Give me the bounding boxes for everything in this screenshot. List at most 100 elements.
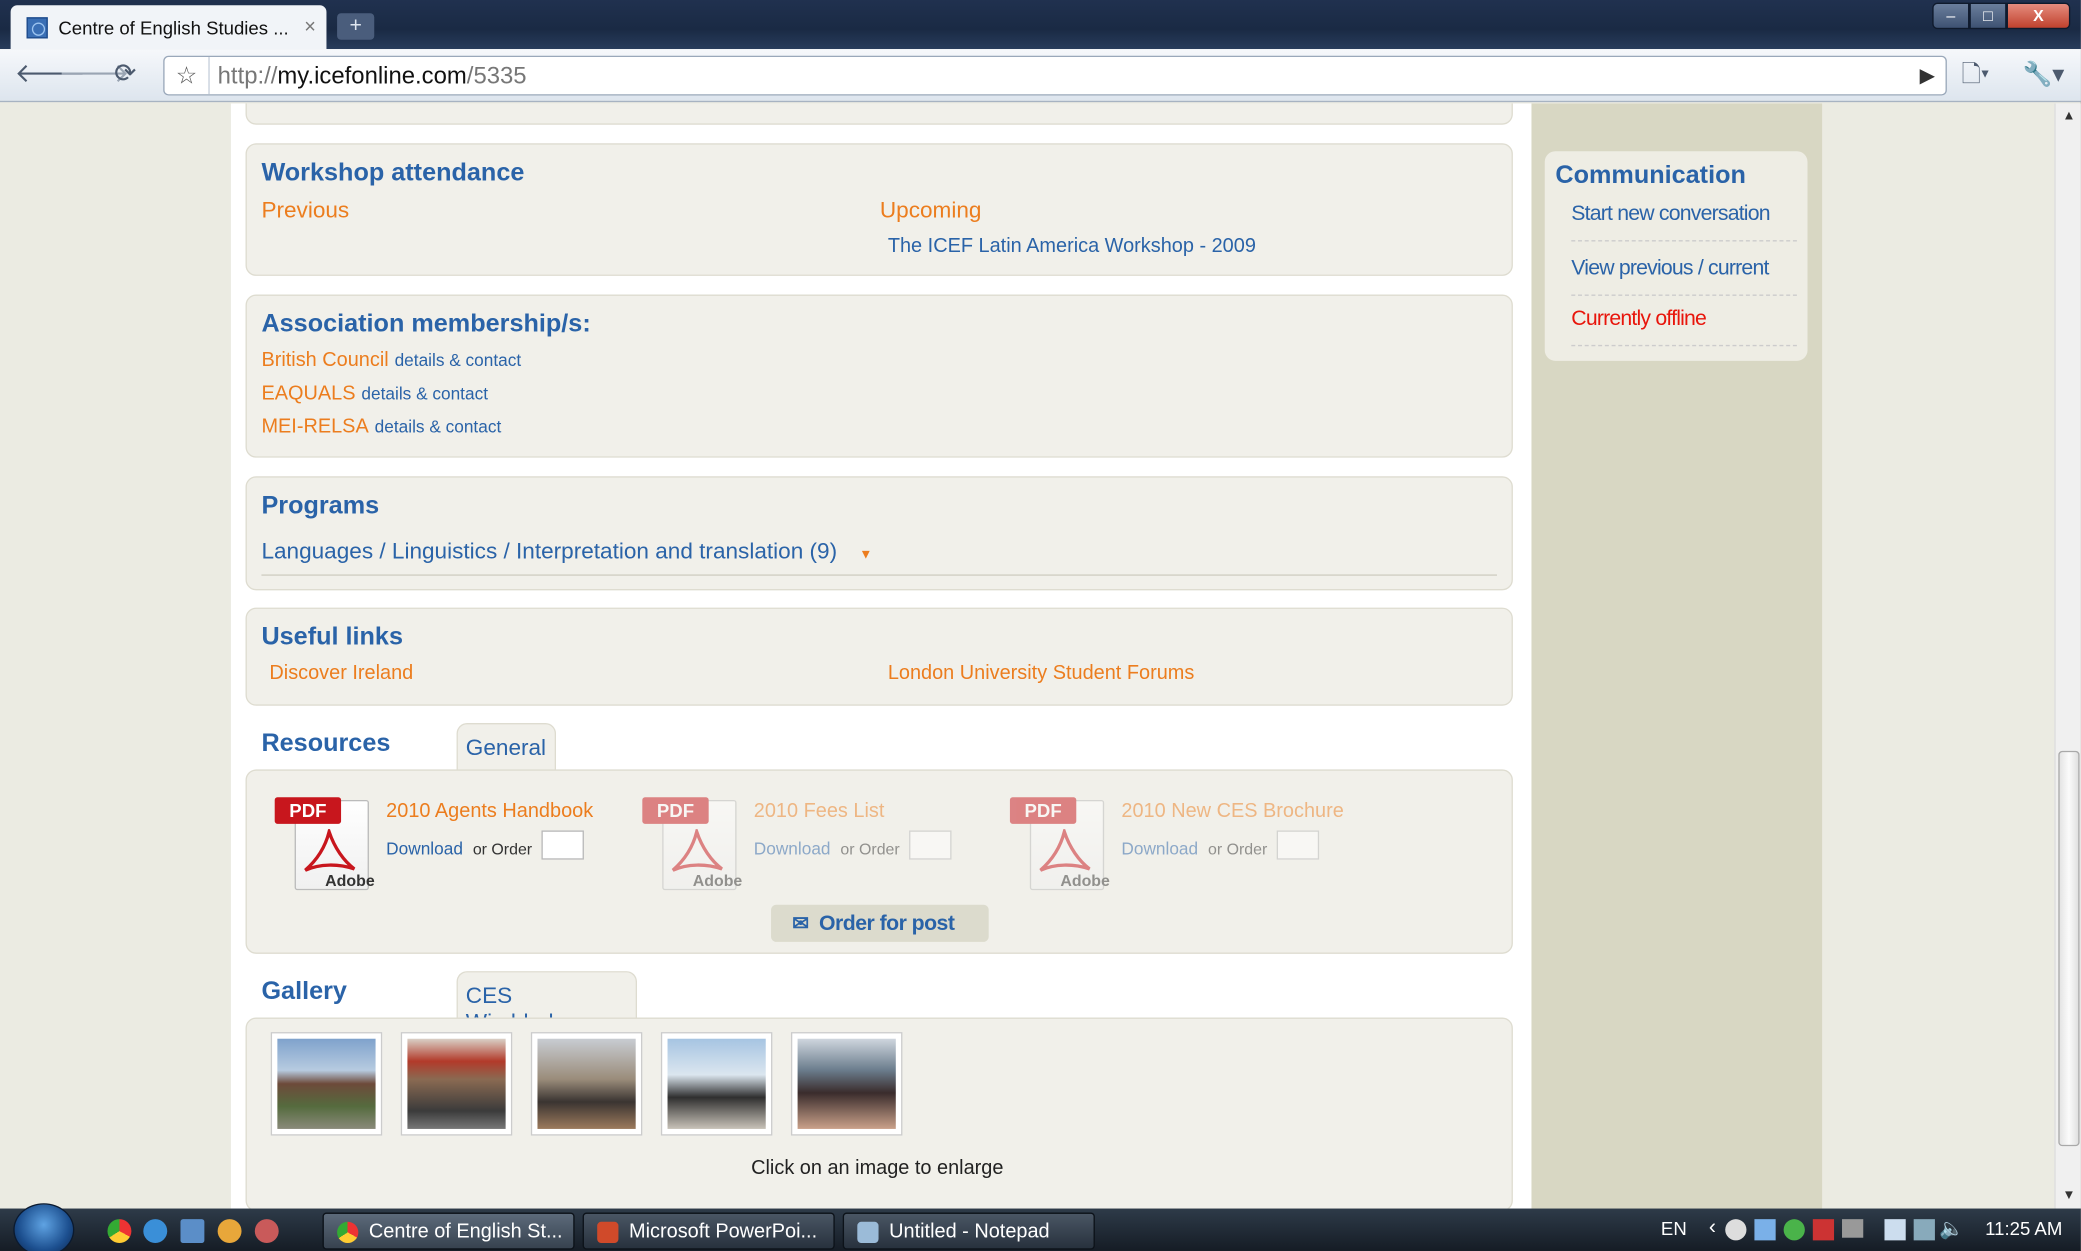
- tray-app-icon[interactable]: [1725, 1219, 1747, 1241]
- bookmark-star-icon[interactable]: ☆: [165, 57, 210, 95]
- page-menu-icon[interactable]: 🗋▾: [1961, 61, 1989, 88]
- show-desktop-icon[interactable]: [180, 1219, 205, 1244]
- maximize-button[interactable]: □: [1969, 2, 2007, 30]
- taskbar-item-browser[interactable]: Centre of English St...: [322, 1212, 575, 1250]
- main-content: Workshop attendance Previous Upcoming Th…: [230, 103, 1532, 1209]
- association-item: British Council details & contact: [261, 349, 521, 373]
- useful-link[interactable]: London University Student Forums: [888, 662, 1194, 685]
- gallery-thumbnail[interactable]: [270, 1032, 383, 1136]
- windows-taskbar: Centre of English St... Microsoft PowerP…: [0, 1203, 2081, 1251]
- tab-title: Centre of English Studies ...: [58, 16, 289, 38]
- expand-arrow-icon[interactable]: ▼: [859, 548, 872, 563]
- gallery-thumbnail[interactable]: [790, 1032, 903, 1136]
- quick-launch-icon[interactable]: [254, 1219, 279, 1244]
- order-quantity-input[interactable]: [909, 830, 952, 860]
- workshop-attendance-section: Workshop attendance Previous Upcoming Th…: [245, 143, 1513, 276]
- useful-link[interactable]: Discover Ireland: [269, 662, 413, 685]
- order-quantity-input[interactable]: [1276, 830, 1320, 860]
- tray-monitor-icon[interactable]: [1842, 1219, 1864, 1238]
- order-quantity-input[interactable]: [541, 830, 584, 860]
- resource-title[interactable]: 2010 Agents Handbook: [386, 800, 593, 823]
- taskbar-item-label: Centre of English St...: [368, 1220, 563, 1244]
- association-name[interactable]: British Council: [261, 349, 388, 372]
- program-category[interactable]: Languages / Linguistics / Interpretation…: [261, 539, 872, 566]
- gallery-section: Click on an image to enlarge: [245, 1017, 1513, 1209]
- pdf-icon[interactable]: PDF Adobe: [642, 797, 742, 893]
- tray-status-icon[interactable]: [1783, 1219, 1805, 1241]
- download-link[interactable]: Download: [754, 838, 831, 858]
- taskbar-item-label: Microsoft PowerPoi...: [629, 1220, 818, 1244]
- details-contact-link[interactable]: details & contact: [375, 417, 502, 437]
- gallery-thumbnail[interactable]: [660, 1032, 773, 1136]
- taskbar-item-notepad[interactable]: Untitled - Notepad: [842, 1212, 1095, 1250]
- new-tab-button[interactable]: +: [337, 13, 375, 40]
- chrome-icon[interactable]: [107, 1219, 132, 1244]
- upcoming-workshop-link[interactable]: The ICEF Latin America Workshop - 2009: [888, 235, 1256, 258]
- download-link[interactable]: Download: [1121, 838, 1198, 858]
- browser-toolbar: 🡐 🡒 ⟳ ☆ http://my.icefonline.com/5335 ▶ …: [0, 49, 2081, 103]
- pdf-icon[interactable]: PDF Adobe: [274, 797, 375, 893]
- quick-launch-icon[interactable]: [217, 1219, 242, 1244]
- program-category-label: Languages / Linguistics / Interpretation…: [261, 538, 838, 564]
- gallery-hint: Click on an image to enlarge: [751, 1156, 1004, 1180]
- details-contact-link[interactable]: details & contact: [361, 383, 488, 403]
- useful-links-heading: Useful links: [261, 623, 403, 652]
- communication-panel: Communication Start new conversation Vie…: [1544, 151, 1808, 361]
- view-conversations-link[interactable]: View previous / current: [1571, 257, 1797, 296]
- envelope-icon: ✉: [792, 912, 809, 936]
- association-name[interactable]: EAQUALS: [261, 382, 355, 405]
- start-conversation-link[interactable]: Start new conversation: [1571, 203, 1797, 242]
- language-indicator[interactable]: EN: [1661, 1218, 1687, 1239]
- scroll-up-arrow-icon[interactable]: ▲: [2062, 109, 2075, 124]
- wrench-menu-icon[interactable]: 🔧▾: [2023, 61, 2065, 88]
- chrome-icon: [337, 1221, 359, 1244]
- order-for-post-button[interactable]: ✉ Order for post: [771, 904, 989, 942]
- address-bar[interactable]: ☆ http://my.icefonline.com/5335 ▶: [163, 55, 1947, 96]
- gallery-thumb-image-2: [407, 1038, 506, 1129]
- resource-title[interactable]: 2010 Fees List: [754, 800, 885, 823]
- favicon-icon: [26, 16, 48, 38]
- internet-explorer-icon[interactable]: [143, 1219, 168, 1244]
- network-icon[interactable]: [1913, 1219, 1935, 1241]
- start-button[interactable]: [13, 1203, 75, 1251]
- association-heading: Association membership/s:: [261, 310, 591, 339]
- url-text: http://my.icefonline.com/5335: [217, 61, 527, 89]
- minimize-button[interactable]: ‒: [1932, 2, 1970, 30]
- gallery-thumbnail[interactable]: [400, 1032, 513, 1136]
- go-arrow-icon[interactable]: ▶: [1920, 64, 1935, 88]
- resource-title[interactable]: 2010 New CES Brochure: [1121, 800, 1343, 823]
- clock[interactable]: 11:25 AM: [1985, 1218, 2062, 1239]
- gallery-tab-ces-wimbledon[interactable]: CES Wimbledon: [456, 971, 638, 1035]
- browser-tab[interactable]: Centre of English Studies ... ×: [10, 5, 327, 50]
- scroll-down-arrow-icon[interactable]: ▼: [2062, 1189, 2075, 1204]
- details-contact-link[interactable]: details & contact: [395, 350, 522, 370]
- association-section: Association membership/s: British Counci…: [245, 294, 1513, 458]
- close-tab-icon[interactable]: ×: [304, 16, 316, 39]
- resources-tab-general[interactable]: General: [456, 722, 557, 771]
- resource-actions: Download or Order: [1121, 837, 1267, 861]
- gallery-heading: Gallery: [261, 977, 347, 1006]
- tray-expand-icon[interactable]: ‹: [1709, 1216, 1716, 1240]
- close-window-button[interactable]: X: [2006, 2, 2071, 30]
- programs-heading: Programs: [261, 492, 380, 521]
- association-item: EAQUALS details & contact: [261, 382, 488, 406]
- reload-icon[interactable]: ⟳: [114, 61, 136, 88]
- offline-status: Currently offline: [1571, 308, 1797, 347]
- previous-label: Previous: [261, 197, 350, 223]
- dropbox-icon[interactable]: [1754, 1219, 1776, 1241]
- volume-icon[interactable]: 🔈: [1939, 1216, 1964, 1241]
- pdf-icon[interactable]: PDF Adobe: [1009, 797, 1110, 893]
- scrollbar-thumb[interactable]: [2058, 750, 2080, 1147]
- tray-alert-icon[interactable]: [1812, 1219, 1835, 1241]
- association-name[interactable]: MEI-RELSA: [261, 415, 368, 438]
- resources-heading: Resources: [261, 729, 391, 758]
- download-link[interactable]: Download: [386, 838, 463, 858]
- communication-heading: Communication: [1555, 161, 1746, 190]
- gallery-thumbnail[interactable]: [530, 1032, 643, 1136]
- gallery-thumb-image-1: [277, 1038, 376, 1129]
- order-for-post-label: Order for post: [819, 912, 955, 936]
- vertical-scrollbar[interactable]: ▲ ▼: [2054, 103, 2081, 1209]
- taskbar-item-powerpoint[interactable]: Microsoft PowerPoi...: [582, 1212, 835, 1250]
- tray-device-icon[interactable]: [1884, 1219, 1906, 1241]
- window-controls: ‒ □ X: [1932, 2, 2071, 30]
